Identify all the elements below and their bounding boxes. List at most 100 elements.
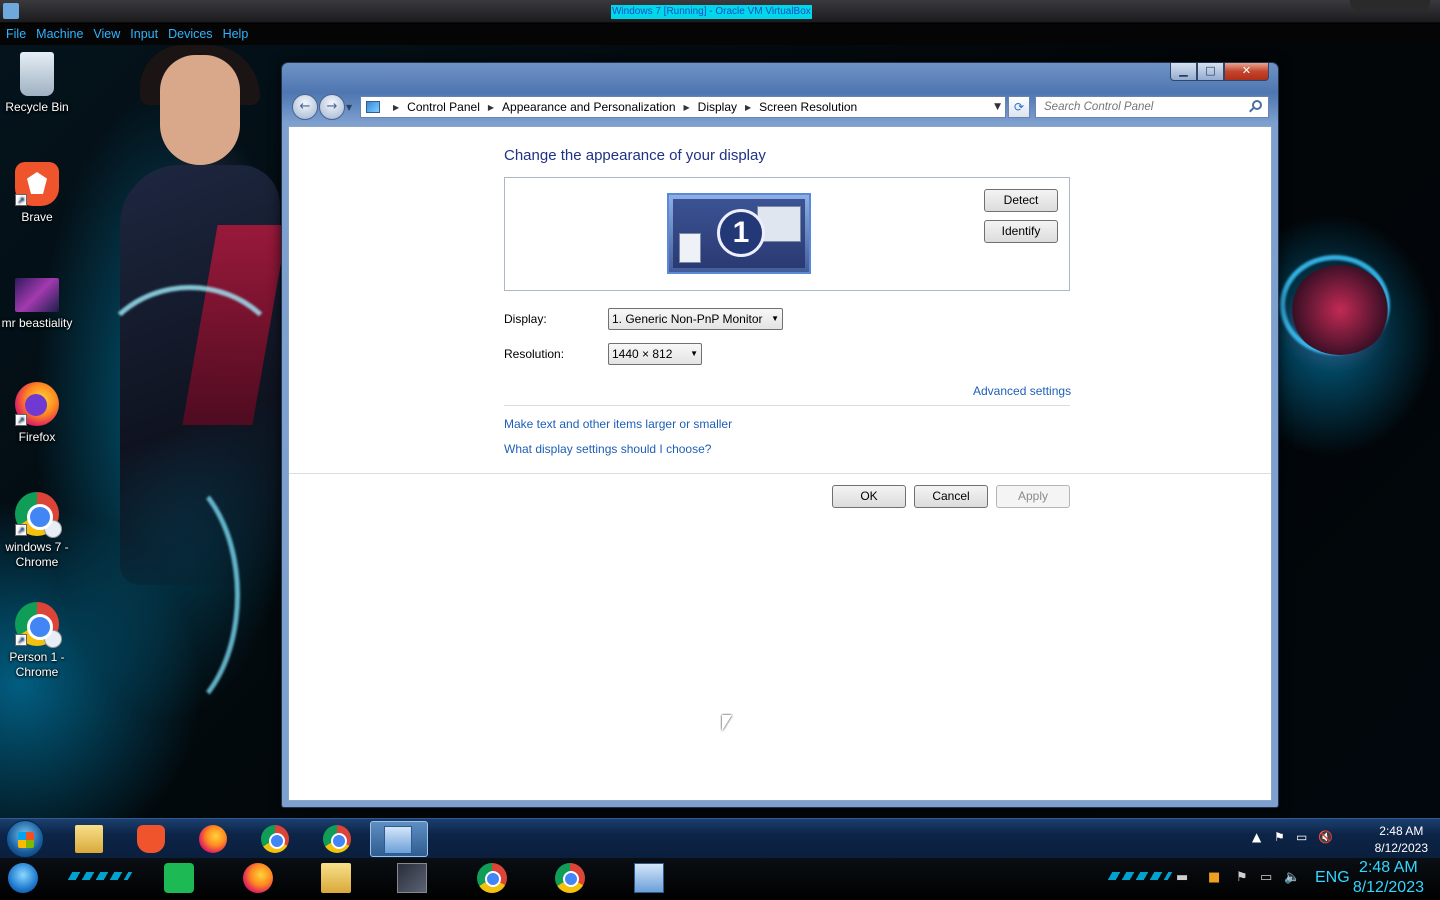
menu-devices[interactable]: Devices: [163, 24, 217, 45]
monitor-1-preview[interactable]: 1: [667, 193, 811, 274]
shortcut-arrow-icon: ↗: [15, 414, 27, 426]
breadcrumb-control-panel[interactable]: Control Panel: [407, 100, 480, 114]
refresh-button[interactable]: ⟳: [1008, 96, 1030, 118]
address-dropdown-icon[interactable]: ▼: [994, 97, 1001, 117]
resolution-select[interactable]: 1440 × 812 ▼: [608, 343, 702, 365]
breadcrumb-screen-resolution[interactable]: Screen Resolution: [759, 100, 857, 114]
virtualbox-icon[interactable]: [397, 863, 427, 893]
virtualbox-window-title: Windows 7 [Running] - Oracle VM VirtualB…: [611, 5, 812, 19]
address-bar[interactable]: ▶ Control Panel ▶ Appearance and Personaliz…: [360, 96, 1006, 118]
detect-button[interactable]: Detect: [984, 189, 1058, 212]
network-icon[interactable]: ▭: [1260, 870, 1272, 885]
chrome-icon[interactable]: [477, 863, 507, 893]
search-box[interactable]: [1035, 96, 1269, 118]
menu-file[interactable]: File: [0, 24, 31, 45]
language-indicator[interactable]: ENG: [1315, 869, 1350, 887]
breadcrumb-chevron-icon[interactable]: ▶: [745, 98, 751, 118]
ok-button[interactable]: OK: [832, 485, 906, 508]
host-taskbar: ▬ ■ ⚑ ▭ 🔈 ENG 2:48 AM 8/12/2023: [0, 858, 1440, 900]
guest-clock[interactable]: 2:48 AM 8/12/2023: [1375, 823, 1428, 857]
close-button[interactable]: ✕: [1224, 63, 1269, 81]
breadcrumb-appearance[interactable]: Appearance and Personalization: [502, 100, 675, 114]
maximize-button[interactable]: □: [1197, 63, 1224, 81]
recent-pages-dropdown[interactable]: ▼: [346, 103, 352, 112]
taskbar-brave[interactable]: [124, 821, 178, 857]
guest-clock-time: 2:48 AM: [1379, 824, 1424, 838]
host-clock-time: 2:48 AM: [1359, 859, 1418, 876]
menu-input[interactable]: Input: [125, 24, 163, 45]
taskbar-chrome[interactable]: [248, 821, 302, 857]
desktop-icon-firefox[interactable]: ↗ Firefox: [0, 382, 74, 445]
desktop-icon-brave[interactable]: ↗ Brave: [0, 162, 74, 225]
profile-badge-icon: [44, 630, 62, 648]
show-hidden-icons-icon[interactable]: ▲: [1252, 830, 1261, 844]
host-tray-icon[interactable]: ■: [1208, 870, 1220, 885]
host-tray-icon[interactable]: ▬: [1176, 870, 1188, 885]
menu-view[interactable]: View: [88, 24, 125, 45]
windows7-vm-icon[interactable]: [634, 863, 664, 893]
desktop-icon-label: mr beastiality: [1, 316, 73, 330]
image-file-icon: [15, 278, 59, 312]
advanced-settings-link[interactable]: Advanced settings: [973, 384, 1071, 398]
menu-machine[interactable]: Machine: [31, 24, 88, 45]
breadcrumb-chevron-icon[interactable]: ▶: [684, 98, 690, 118]
search-icon[interactable]: [1252, 100, 1262, 110]
back-button[interactable]: ←: [292, 94, 318, 120]
search-input[interactable]: [1036, 97, 1236, 117]
volume-icon[interactable]: 🔈: [1284, 870, 1300, 885]
action-center-flag-icon[interactable]: ⚑: [1236, 870, 1248, 885]
windows-explorer-icon: [75, 825, 103, 853]
brave-icon: ↗: [15, 162, 59, 206]
firefox-icon[interactable]: [243, 863, 273, 893]
start-button[interactable]: [6, 820, 44, 858]
desktop-icon-windows7-chrome[interactable]: ↗ windows 7 - Chrome: [0, 492, 74, 570]
mouse-cursor-icon: [722, 715, 732, 731]
taskbar-chrome-profile[interactable]: [310, 821, 364, 857]
window-controls: ▁ □ ✕: [1170, 63, 1269, 82]
control-panel-icon: [384, 826, 412, 854]
chrome-profile-icon[interactable]: [555, 863, 585, 893]
navigation-bar: ← → ▼ ▶ Control Panel ▶ Appearance and Pers…: [288, 93, 1272, 120]
text-size-link[interactable]: Make text and other items larger or smal…: [504, 417, 732, 431]
display-select[interactable]: 1. Generic Non-PnP Monitor ▼: [608, 308, 783, 330]
desktop-icon-mr-beastiality[interactable]: mr beastiality: [0, 272, 74, 331]
chrome-profile-icon: [323, 825, 351, 853]
profile-badge-icon: [44, 520, 62, 538]
taskbar-firefox[interactable]: [186, 821, 240, 857]
desktop-icon-label: Firefox: [18, 430, 56, 444]
identify-button[interactable]: Identify: [984, 220, 1058, 243]
notification-area: ▲ ⚑ ▭ 🔇 2:48 AM 8/12/2023: [1250, 819, 1440, 859]
breadcrumb-chevron-icon[interactable]: ▶: [393, 98, 399, 118]
minimize-button[interactable]: ▁: [1170, 63, 1197, 81]
firefox-icon: [199, 825, 227, 853]
desktop-icon-person1-chrome[interactable]: ↗ Person 1 - Chrome: [0, 602, 74, 680]
file-explorer-icon[interactable]: [321, 863, 351, 893]
breadcrumb-display[interactable]: Display: [698, 100, 737, 114]
menu-help[interactable]: Help: [218, 24, 254, 45]
host-clock[interactable]: 2:48 AM 8/12/2023: [1353, 858, 1424, 898]
cancel-button[interactable]: Cancel: [914, 485, 988, 508]
display-help-link[interactable]: What display settings should I choose?: [504, 442, 711, 456]
taskbar-explorer[interactable]: [62, 821, 116, 857]
apply-button[interactable]: Apply: [996, 485, 1070, 508]
host-start-icon[interactable]: [8, 863, 38, 893]
shortcut-arrow-icon: ↗: [15, 524, 27, 536]
forward-button[interactable]: →: [319, 94, 345, 120]
action-center-flag-icon[interactable]: ⚑: [1274, 830, 1285, 844]
decorative-glow: [67, 872, 133, 880]
breadcrumb: ▶ Control Panel ▶ Appearance and Personaliz…: [385, 97, 857, 118]
volume-muted-icon[interactable]: 🔇: [1318, 830, 1333, 844]
guest-clock-date: 8/12/2023: [1374, 841, 1428, 855]
control-panel-icon: [366, 101, 380, 113]
resolution-label: Resolution:: [504, 347, 565, 361]
breadcrumb-chevron-icon[interactable]: ▶: [488, 98, 494, 118]
virtualbox-window-controls[interactable]: [1350, 0, 1430, 10]
spotify-icon[interactable]: [164, 863, 194, 893]
desktop-icon-label: Recycle Bin: [5, 100, 69, 114]
network-icon[interactable]: ▭: [1296, 830, 1307, 844]
desktop-icon-recycle-bin[interactable]: Recycle Bin: [0, 52, 74, 115]
screen-resolution-window: ▁ □ ✕ ← → ▼ ▶ Control Panel ▶ Appearance an…: [281, 62, 1279, 808]
monitor-number: 1: [717, 209, 765, 257]
desktop-icon-label: Brave: [21, 210, 53, 224]
taskbar-control-panel[interactable]: [370, 821, 428, 857]
